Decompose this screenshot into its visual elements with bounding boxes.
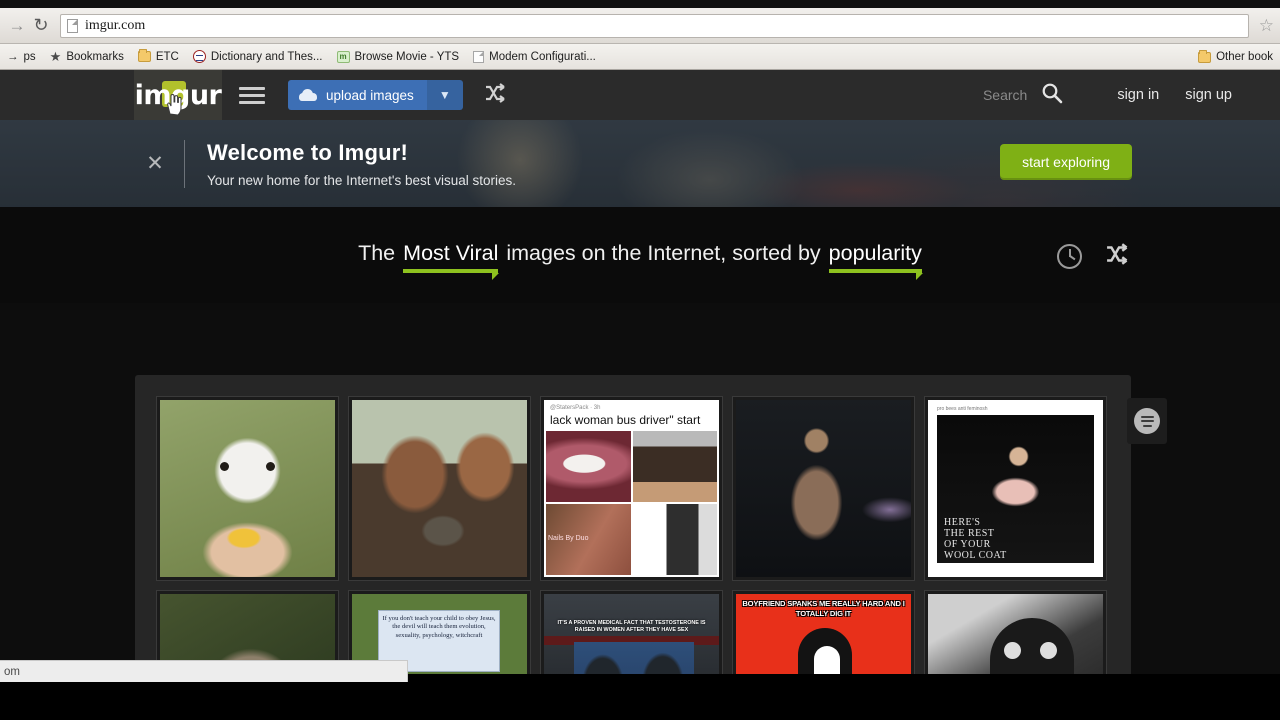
filter-selector[interactable]: Most Viral [403, 240, 500, 280]
upload-images-label: upload images [326, 87, 414, 103]
bookmark-etc[interactable]: ETC [131, 46, 186, 68]
imgur-navbar: imgur upload images ▼ Search sign in sig… [0, 70, 1280, 120]
imgur-page: imgur upload images ▼ Search sign in sig… [0, 70, 1280, 682]
tweet-photo-2 [632, 431, 717, 502]
list-lines-icon [1134, 408, 1160, 434]
image-grid: @StatersPack · 3h lack woman bus driver"… [156, 396, 1131, 682]
sort-prefix: The [358, 240, 396, 265]
browser-chrome: → ↻ imgur.com ☆ → ps ★ Bookmarks ETC Dic… [0, 0, 1280, 70]
page-document-icon [67, 18, 78, 33]
wool-ad-text: HERE'S THE REST OF YOUR WOOL COAT [944, 517, 1007, 561]
bookmarks-bar: → ps ★ Bookmarks ETC Dictionary and Thes… [0, 44, 1280, 70]
shuffle-icon[interactable] [485, 82, 509, 108]
filter-underline-tail [492, 272, 500, 280]
dictionary-icon [192, 50, 206, 63]
banner-title: Welcome to Imgur! [207, 139, 409, 165]
browser-status-bar: om [0, 660, 408, 682]
navbar-right-group: Search sign in sign up [983, 82, 1280, 109]
folder-icon [1198, 49, 1212, 63]
document-icon [473, 50, 485, 63]
welcome-banner: ✕ Welcome to Imgur! Your new home for th… [0, 120, 1280, 207]
bookmark-label: Browse Movie - YTS [354, 50, 460, 63]
bookmark-dictionary[interactable]: Dictionary and Thes... [186, 46, 330, 68]
tile-creepy-creature[interactable]: ET MEIN! [924, 590, 1107, 682]
bookmark-label: ETC [155, 50, 179, 63]
tile-kitten-pacifier[interactable] [156, 396, 339, 581]
wool-ad-caption: pro bees anti feminosh [937, 406, 988, 412]
status-bar-text: om [4, 665, 20, 678]
sort-selector[interactable]: popularity [828, 240, 923, 280]
bookmark-browse-movie-yts[interactable]: m Browse Movie - YTS [330, 46, 467, 68]
reload-icon[interactable]: ↻ [28, 14, 54, 38]
sort-middle-text: images on the Internet, sorted by [506, 240, 821, 265]
forward-arrow-icon[interactable]: → [6, 14, 28, 38]
banner-divider [184, 139, 185, 188]
other-bookmarks-folder[interactable]: Other book [1191, 46, 1280, 68]
search-icon[interactable] [1041, 82, 1063, 109]
bookmark-label: Dictionary and Thes... [210, 50, 323, 63]
address-bar-url: imgur.com [85, 17, 146, 33]
hamburger-menu-icon[interactable] [239, 82, 265, 108]
address-bar[interactable]: imgur.com [60, 13, 1249, 38]
clock-icon[interactable] [1057, 244, 1082, 269]
tweet-photo-3 [546, 504, 631, 575]
folder-icon [137, 49, 151, 62]
bookmark-apps[interactable]: → ps [0, 46, 43, 68]
imgur-logo[interactable]: imgur [134, 70, 222, 120]
bookmark-modem-configuration[interactable]: Modem Configurati... [466, 46, 603, 68]
tile-awkward-penguin-meme[interactable]: BOYFRIEND SPANKS ME REALLY HARD AND I TO… [732, 590, 915, 682]
sign-in-link[interactable]: sign in [1117, 87, 1159, 103]
close-x-icon[interactable]: ✕ [142, 151, 168, 176]
sort-icon-group [1057, 243, 1132, 270]
tile-smiling-girls[interactable] [348, 396, 531, 581]
star-icon: ★ [49, 49, 62, 64]
upload-dropdown-button[interactable]: ▼ [426, 80, 463, 110]
bookmark-label: ps [23, 50, 36, 63]
tweet-photo-1 [546, 431, 631, 502]
tile-tweet-collage[interactable]: @StatersPack · 3h lack woman bus driver"… [540, 396, 723, 581]
browser-toolbar: → ↻ imgur.com ☆ [0, 8, 1280, 44]
browser-tabstrip[interactable] [0, 0, 1280, 8]
cloud-upload-icon [299, 89, 317, 101]
upload-images-button[interactable]: upload images [288, 80, 427, 110]
gallery-side-tab-button[interactable] [1127, 398, 1167, 444]
bookmark-bookmarks[interactable]: ★ Bookmarks [43, 46, 131, 68]
apps-icon: → [7, 50, 19, 63]
search-input[interactable]: Search [983, 87, 1027, 103]
shuffle-icon[interactable] [1106, 243, 1132, 270]
filter-label: Most Viral [403, 240, 499, 265]
sort-label: popularity [828, 240, 922, 265]
upload-images-group: upload images ▼ [288, 80, 463, 110]
tile-tv-caption-meme[interactable]: IT'S A PROVEN MEDICAL FACT THAT TESTOSTE… [540, 590, 723, 682]
sign-up-link[interactable]: sign up [1185, 87, 1232, 103]
tile-wool-coat-ad[interactable]: pro bees anti feminosh HERE'S THE REST OF … [924, 396, 1107, 581]
tile-armored-soldier[interactable] [732, 396, 915, 581]
banner-text-block: Welcome to Imgur! Your new home for the … [207, 140, 516, 188]
sort-underline-tail [915, 272, 923, 280]
sort-sentence: The Most Viral images on the Internet, s… [358, 240, 923, 280]
tv-meme-top-text: IT'S A PROVEN MEDICAL FACT THAT TESTOSTE… [557, 620, 706, 633]
tweet-photo-4 [632, 504, 717, 575]
yts-icon: m [336, 50, 350, 63]
banner-subtitle: Your new home for the Internet's best vi… [207, 172, 516, 188]
tweet-handle: @StatersPack · 3h [550, 405, 601, 411]
bookmark-label: Bookmarks [66, 50, 124, 63]
other-bookmarks-label: Other book [1216, 51, 1273, 63]
sort-bar: The Most Viral images on the Internet, s… [0, 207, 1280, 303]
penguin-meme-top-text: BOYFRIEND SPANKS ME REALLY HARD AND I TO… [742, 599, 905, 618]
gallery-panel: @StatersPack · 3h lack woman bus driver"… [135, 375, 1131, 682]
tweet-text: lack woman bus driver" start [550, 413, 701, 427]
bookmark-star-icon[interactable]: ☆ [1259, 16, 1274, 36]
bookmark-label: Modem Configurati... [489, 50, 596, 63]
hand-cursor-icon [167, 94, 182, 116]
